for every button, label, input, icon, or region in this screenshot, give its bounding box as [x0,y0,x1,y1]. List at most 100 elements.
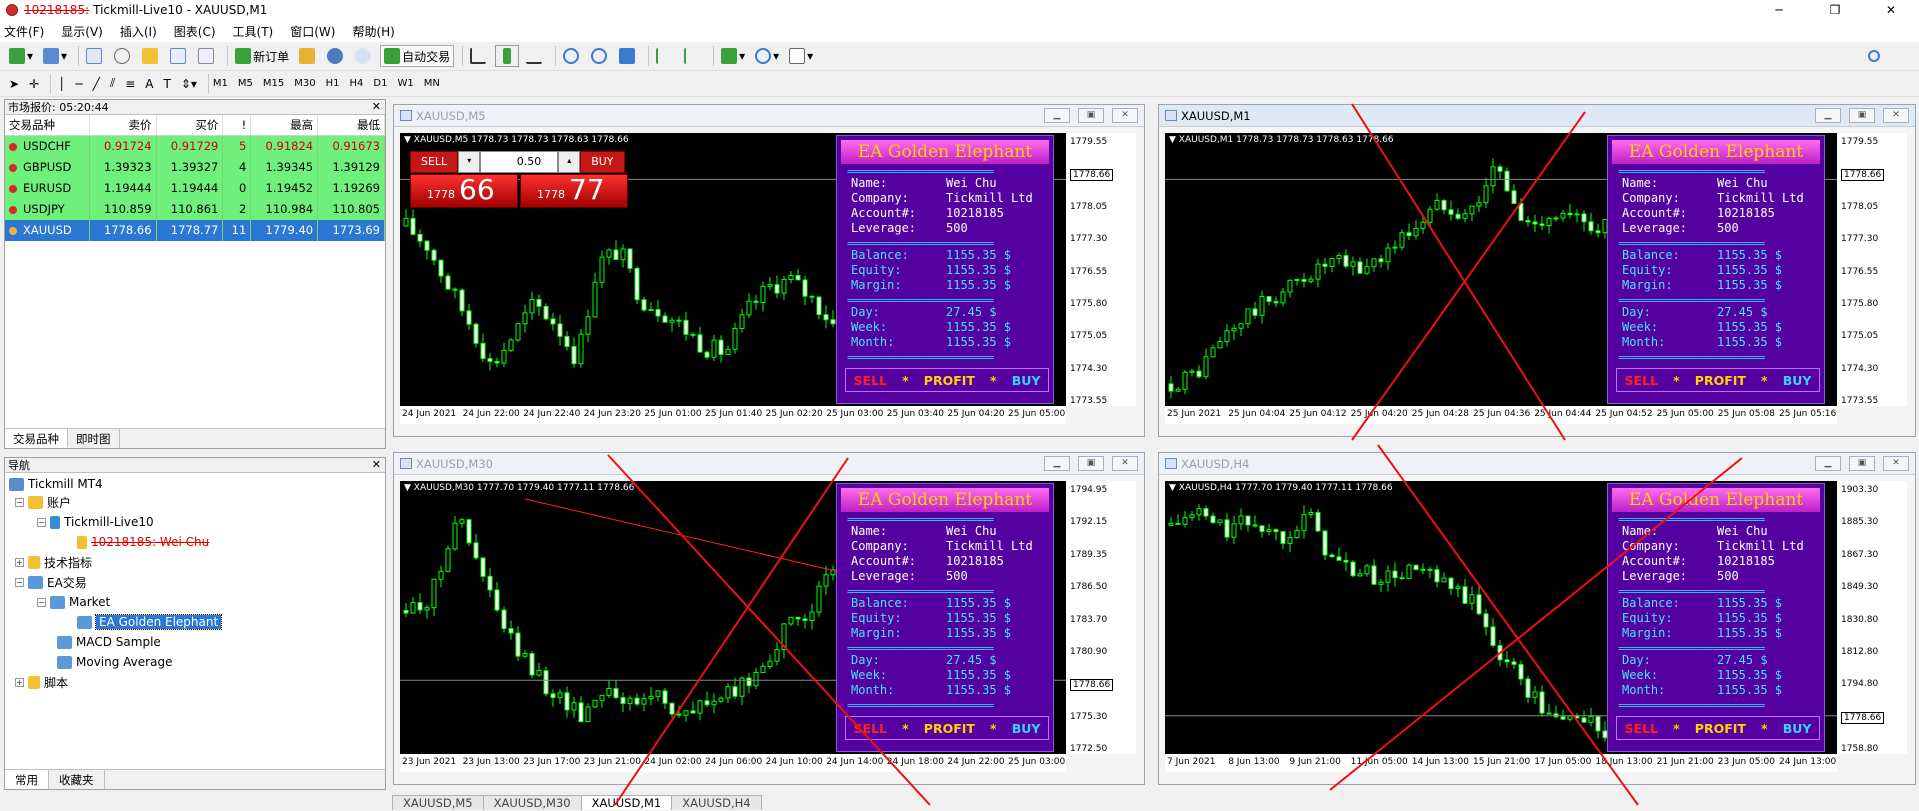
ea-profit-button[interactable]: PROFIT [924,373,975,388]
ea-profit-button[interactable]: PROFIT [924,721,975,736]
line-chart-button[interactable] [523,45,547,67]
tree-root[interactable]: Tickmill MT4 [9,475,103,493]
minimize-button[interactable]: ▁ [1815,456,1841,471]
tree-server[interactable]: − Tickmill-Live10 [37,513,154,531]
volume-down-button[interactable]: ▾ [458,151,481,173]
menu-view[interactable]: 显示(V) [61,23,103,40]
tf-m30[interactable]: M30 [294,78,315,89]
cursor-button[interactable]: ➤ [6,73,22,95]
expand-icon[interactable]: + [15,557,24,567]
tree-expert-advisors[interactable]: − EA交易 [15,573,87,591]
buy-button[interactable]: BUY [580,151,625,173]
collapse-icon[interactable]: − [15,497,24,507]
volume-input[interactable]: 0.50 [480,151,559,173]
menu-charts[interactable]: 图表(C) [174,23,216,40]
table-row-selected[interactable]: XAUUSD 1778.66 1778.77 11 1779.40 1773.6… [5,219,385,241]
candle-chart-button[interactable] [495,45,520,67]
market-watch-button[interactable] [83,45,107,67]
price-axis[interactable]: 1779.55 1778.66 1778.05 1777.30 1776.55 1775.… [1066,133,1136,406]
chart-canvas[interactable]: ▼ XAUUSD,H4 1777.70 1779.40 1777.11 1778… [1165,481,1837,754]
tf-mn[interactable]: MN [424,78,440,89]
minimize-button[interactable]: ▁ [1815,108,1841,123]
chart-window-m1[interactable]: XAUUSD,M1 ▁ ▣ ✕ ▼ XAUUSD,M1 1778.73 1778.73 … [1158,104,1916,437]
tf-m1[interactable]: M1 [213,78,228,89]
collapse-icon[interactable]: − [37,597,46,607]
signals-button[interactable] [352,45,376,67]
tab-symbols[interactable]: 交易品种 [5,429,68,448]
ea-sell-button[interactable]: SELL [854,373,887,388]
ask-price-button[interactable]: 1778 77 [520,174,628,208]
tile-windows-button[interactable] [616,45,640,67]
chart-canvas[interactable]: ▼ XAUUSD,M30 1777.70 1779.40 1777.11 177… [400,481,1066,754]
trendline-button[interactable]: ╱ [90,73,103,95]
chart-window-title[interactable]: XAUUSD,M1 ▁ ▣ ✕ [1159,105,1915,127]
metaeditor-button[interactable] [296,45,320,67]
text-button[interactable]: A [142,73,156,95]
maximize-button[interactable]: ▣ [1078,456,1104,471]
ea-sell-button[interactable]: SELL [1625,721,1658,736]
tree-moving-average[interactable]: Moving Average [57,653,172,671]
col-high[interactable]: 最高 [250,115,319,136]
chart-window-m5[interactable]: XAUUSD,M5 ▁ ▣ ✕ ▼ XAUUSD,M5 1778.73 1778.73 … [393,104,1145,437]
ea-buy-button[interactable]: BUY [1012,721,1041,736]
close-icon[interactable]: ✕ [372,100,381,113]
col-low[interactable]: 最低 [317,115,385,136]
periods-button[interactable]: ▾ [752,45,782,67]
horizontal-line-button[interactable]: ─ [72,73,85,95]
ea-buy-button[interactable]: BUY [1012,373,1041,388]
new-chart-button[interactable]: ▾ [6,45,36,67]
chart-canvas[interactable]: ▼ XAUUSD,M1 1778.73 1778.73 1778.63 1778… [1165,133,1837,406]
ea-sell-button[interactable]: SELL [1625,373,1658,388]
table-row[interactable]: USDCHF 0.91724 0.91729 5 0.91824 0.91673 [5,135,385,157]
collapse-icon[interactable]: − [15,577,24,587]
price-axis[interactable]: 1794.95 1792.15 1789.35 1786.50 1783.70 1780.… [1066,481,1136,754]
ea-profit-button[interactable]: PROFIT [1695,373,1746,388]
tester-button[interactable] [195,45,219,67]
table-row[interactable]: EURUSD 1.19444 1.19444 0 1.19452 1.19269 [5,177,385,199]
profiles-button[interactable]: ▾ [40,45,70,67]
tf-m15[interactable]: M15 [263,78,284,89]
minimize-button[interactable]: ─ [1751,0,1807,20]
maximize-button[interactable]: ❐ [1807,0,1863,20]
table-row[interactable]: USDJPY 110.859 110.861 2 110.984 110.805 [5,198,385,220]
navigator-button[interactable] [139,45,163,67]
templates-button[interactable]: ▾ [786,45,816,67]
volume-up-button[interactable]: ▴ [558,151,581,173]
maximize-button[interactable]: ▣ [1078,108,1104,123]
tree-scripts[interactable]: + 脚本 [15,673,68,691]
zoom-in-button[interactable] [560,45,584,67]
tf-h1[interactable]: H1 [326,78,340,89]
price-axis[interactable]: 1903.30 1885.30 1867.30 1849.30 1830.80 1812.… [1837,481,1907,754]
maximize-button[interactable]: ▣ [1849,456,1875,471]
auto-trade-button[interactable]: 自动交易 [380,45,455,67]
data-window-button[interactable] [111,45,135,67]
menu-insert[interactable]: 插入(I) [120,23,157,40]
arrows-button[interactable]: ⇕▾ [178,73,200,95]
price-axis[interactable]: 1779.55 1778.66 1778.05 1777.30 1776.55 1775.… [1837,133,1907,406]
time-axis[interactable]: 7 Jun 2021 8 Jun 13:00 9 Jun 21:00 11 Jun 0… [1165,754,1837,772]
tab-common[interactable]: 常用 [5,770,49,789]
tree-ea-golden-elephant[interactable]: EA Golden Elephant [77,613,223,631]
tf-h4[interactable]: H4 [350,78,364,89]
time-axis[interactable]: 24 Jun 2021 24 Jun 22:00 24 Jun 22:40 24 Ju… [400,406,1066,424]
expand-icon[interactable]: + [15,677,24,687]
terminal-button[interactable] [167,45,191,67]
menu-file[interactable]: 文件(F) [4,23,44,40]
tf-m5[interactable]: M5 [238,78,253,89]
new-order-button[interactable]: 新订单 [232,45,292,67]
tf-w1[interactable]: W1 [397,78,413,89]
vertical-line-button[interactable]: │ [55,73,68,95]
crosshair-button[interactable]: ✛ [26,73,42,95]
menu-tools[interactable]: 工具(T) [233,23,274,40]
close-icon[interactable]: ✕ [372,458,381,471]
tf-d1[interactable]: D1 [373,78,387,89]
col-spread[interactable]: ! [222,115,252,136]
chart-shift-button[interactable] [653,45,677,67]
menu-window[interactable]: 窗口(W) [290,23,335,40]
channel-button[interactable]: ⫽ [107,73,118,95]
collapse-icon[interactable]: − [37,517,46,527]
chart-canvas[interactable]: ▼ XAUUSD,M5 1778.73 1778.73 1778.63 1778… [400,133,1066,406]
close-button[interactable]: ✕ [1112,108,1138,123]
col-symbol[interactable]: 交易品种 [5,115,90,136]
chart-window-h4[interactable]: XAUUSD,H4 ▁ ▣ ✕ ▼ XAUUSD,H4 1777.70 1779.40 … [1158,452,1916,785]
